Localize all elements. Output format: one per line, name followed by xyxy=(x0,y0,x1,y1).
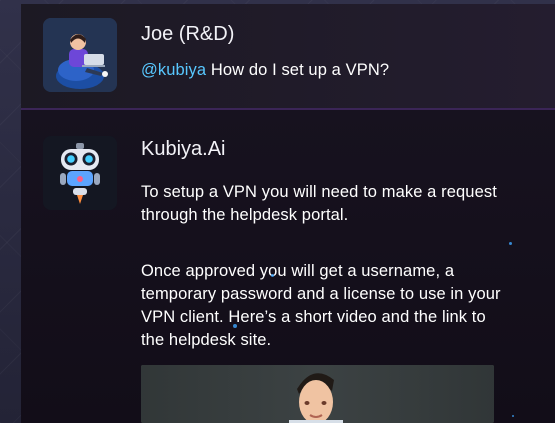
avatar-joe[interactable] xyxy=(43,18,117,92)
background-speck xyxy=(509,242,512,245)
background-speck xyxy=(512,415,514,417)
message-author: Joe (R&D) xyxy=(141,23,235,45)
user-on-beanbag-avatar-icon xyxy=(43,18,117,92)
mention-kubiya[interactable]: @kubiya xyxy=(141,61,206,79)
chat-window: Joe (R&D) @kubiya How do I set up a VPN? xyxy=(21,4,555,423)
video-presenter-icon xyxy=(141,365,494,423)
avatar-kubiya-ai[interactable] xyxy=(43,136,117,210)
message-kubiya-ai: Kubiya.Ai To setup a VPN you will need t… xyxy=(21,110,555,423)
message-author: Kubiya.Ai xyxy=(141,138,226,160)
message-question: How do I set up a VPN? xyxy=(206,61,390,79)
video-thumbnail[interactable] xyxy=(141,365,494,423)
message-paragraph: To setup a VPN you will need to make a r… xyxy=(141,183,497,224)
message-joe: Joe (R&D) @kubiya How do I set up a VPN? xyxy=(21,4,555,110)
robot-avatar-icon xyxy=(43,136,117,210)
message-paragraph: Once approved you will get a username, a… xyxy=(141,262,501,349)
message-text: @kubiya How do I set up a VPN? xyxy=(141,59,389,82)
background-speck xyxy=(271,274,274,277)
background-speck xyxy=(233,324,237,328)
